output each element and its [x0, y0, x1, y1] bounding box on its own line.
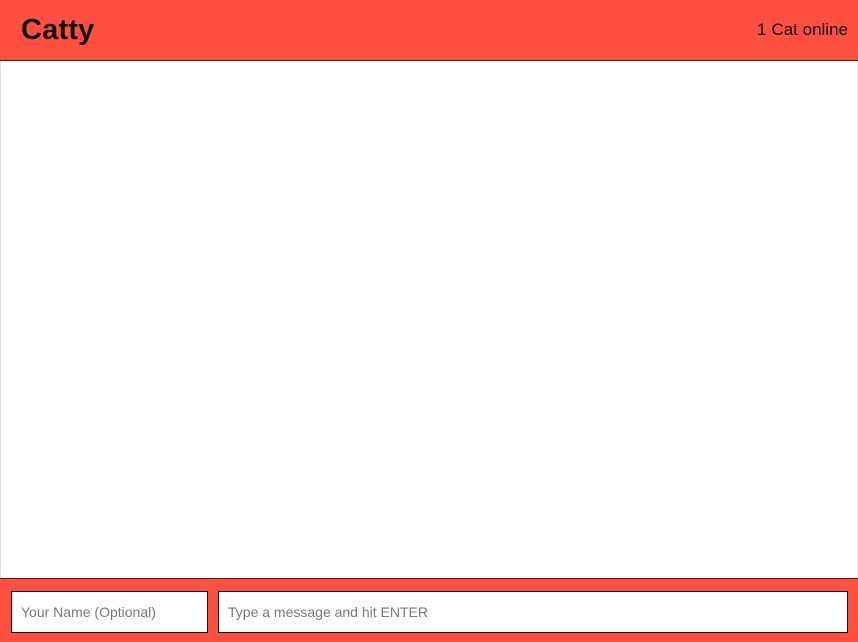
online-status: 1 Cat online [757, 19, 848, 41]
name-input[interactable] [11, 591, 208, 633]
online-count: 1 [756, 20, 767, 39]
online-label: Cat online [771, 20, 848, 39]
app-title: Catty [21, 14, 95, 46]
message-list[interactable] [0, 61, 858, 578]
header-bar: Catty 1 Cat online [0, 0, 858, 61]
message-input[interactable] [218, 591, 848, 633]
composer-bar [0, 578, 858, 642]
chat-app: Catty 1 Cat online [0, 0, 858, 642]
